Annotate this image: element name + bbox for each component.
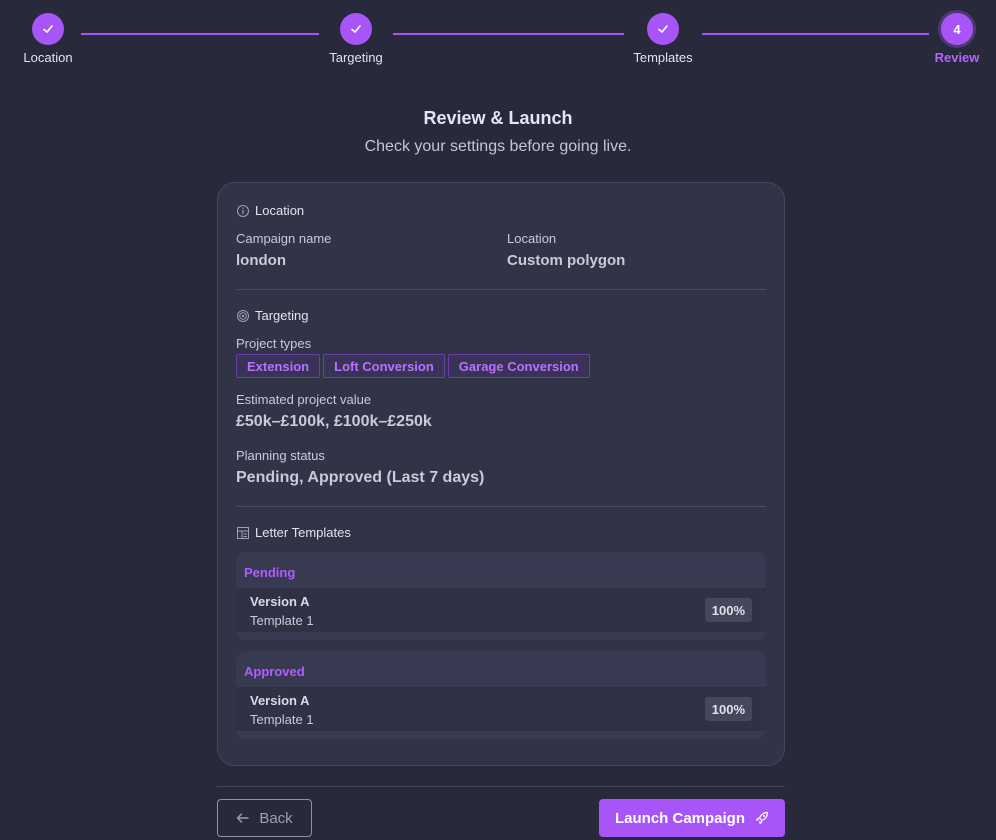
step-review[interactable]: 4 Review (917, 13, 996, 65)
review-card: Location Campaign name london Location C… (217, 182, 785, 766)
check-icon (340, 13, 372, 45)
check-icon (647, 13, 679, 45)
template-name: Template 1 (250, 613, 314, 628)
step-templates[interactable]: Templates (623, 13, 703, 65)
divider (236, 506, 766, 507)
planning-status-label: Planning status (236, 448, 325, 463)
location-label: Location (507, 231, 557, 246)
project-types-label: Project types (236, 336, 312, 351)
step-label: Targeting (329, 50, 383, 65)
section-title-text: Letter Templates (255, 525, 351, 540)
target-icon (237, 309, 249, 322)
section-title-text: Location (255, 203, 305, 218)
location-value: Custom polygon (507, 252, 626, 269)
template-row: Version A Template 1 100% (236, 588, 766, 632)
project-type-chips: Extension Loft Conversion Garage Convers… (236, 354, 590, 378)
step-label: Templates (633, 50, 693, 65)
template-name: Template 1 (250, 712, 314, 727)
project-value-label: Estimated project value (236, 392, 372, 407)
template-row: Version A Template 1 100% (236, 687, 766, 731)
back-button-label: Back (259, 809, 293, 827)
split-percent-badge: 100% (704, 697, 752, 721)
launch-campaign-button[interactable]: Launch Campaign (599, 799, 785, 837)
template-group-approved: Approved Version A Template 1 100% (236, 651, 766, 739)
template-icon (237, 526, 249, 539)
template-group-name: Approved (244, 664, 305, 679)
page-header: Review & Launch Check your settings befo… (0, 108, 996, 156)
split-percent-badge: 100% (704, 598, 752, 622)
templates-section-title: Letter Templates (236, 525, 351, 540)
divider (236, 289, 766, 290)
check-icon (32, 13, 64, 45)
step-targeting[interactable]: Targeting (316, 13, 396, 65)
project-type-chip: Loft Conversion (323, 354, 445, 378)
project-type-chip: Extension (236, 354, 321, 378)
step-number: 4 (941, 13, 973, 45)
section-title-text: Targeting (255, 308, 309, 323)
template-version: Version A (250, 594, 310, 609)
step-connector (702, 33, 929, 35)
arrow-left-icon (237, 813, 250, 823)
page-subtitle: Check your settings before going live. (364, 138, 632, 155)
page-title: Review & Launch (423, 108, 573, 128)
project-value-value: £50k–£100k, £100k–£250k (236, 413, 432, 430)
rocket-icon (755, 811, 769, 825)
progress-stepper: Location Targeting Templates 4 Review (0, 0, 996, 80)
campaign-name-value: london (236, 252, 286, 269)
template-group-pending: Pending Version A Template 1 100% (236, 552, 766, 640)
launch-button-label: Launch Campaign (614, 809, 745, 827)
project-type-chip: Garage Conversion (447, 354, 590, 378)
planning-status-value: Pending, Approved (Last 7 days) (236, 469, 485, 486)
location-section-title: Location (236, 203, 304, 218)
footer-divider (217, 786, 785, 787)
step-location[interactable]: Location (8, 13, 88, 65)
step-label: Review (934, 50, 980, 65)
step-connector (81, 33, 319, 35)
template-version: Version A (250, 693, 310, 708)
back-button[interactable]: Back (217, 799, 312, 837)
template-group-name: Pending (244, 565, 296, 580)
step-connector (393, 33, 624, 35)
campaign-name-label: Campaign name (236, 231, 332, 246)
step-label: Location (23, 50, 73, 65)
targeting-section-title: Targeting (236, 308, 308, 323)
info-icon (237, 204, 249, 217)
